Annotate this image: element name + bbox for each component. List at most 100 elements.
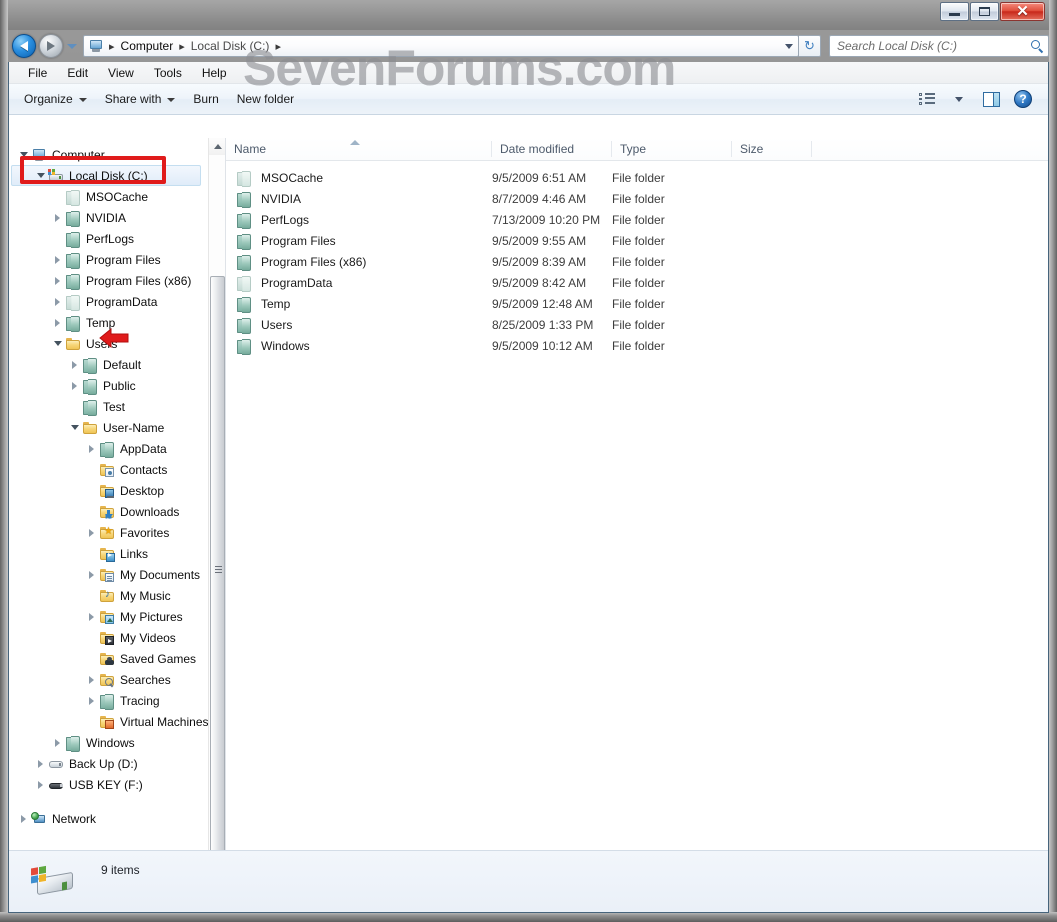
chevron-down-icon[interactable] (51, 337, 64, 350)
scrollbar-thumb[interactable] (210, 276, 225, 863)
breadcrumb-item-local-disk[interactable]: Local Disk (C:) (187, 37, 274, 55)
refresh-button[interactable]: ↻ (799, 35, 821, 57)
search-input[interactable] (837, 39, 1031, 53)
file-row[interactable]: Windows 9/5/2009 10:12 AM File folder (226, 335, 1048, 356)
tree-item-appdata[interactable]: AppData (9, 438, 209, 459)
tree-item-programdata[interactable]: ProgramData (9, 291, 209, 312)
menu-view[interactable]: View (99, 64, 143, 82)
tree-item-label: Local Disk (C:) (69, 168, 148, 183)
tree-item-computer[interactable]: Computer (9, 144, 209, 165)
chevron-right-icon[interactable] (34, 778, 47, 791)
forward-button[interactable] (39, 34, 63, 58)
chevron-right-icon[interactable] (51, 736, 64, 749)
column-header-size[interactable]: Size (732, 138, 812, 160)
tree-item-windows[interactable]: Windows (9, 732, 209, 753)
tree-item-saved-games[interactable]: Saved Games (9, 648, 209, 669)
tree-item-msocache[interactable]: MSOCache (9, 186, 209, 207)
tree-item-my-videos[interactable]: My Videos (9, 627, 209, 648)
address-bar[interactable]: ▸ Computer ▸ Local Disk (C:) ▸ (83, 35, 799, 57)
burn-button[interactable]: Burn (184, 88, 227, 110)
chevron-right-icon[interactable] (85, 526, 98, 539)
close-button[interactable]: ✕ (1000, 2, 1045, 21)
file-row[interactable]: Program Files 9/5/2009 9:55 AM File folder (226, 230, 1048, 251)
menu-edit[interactable]: Edit (58, 64, 97, 82)
chevron-right-icon[interactable] (85, 694, 98, 707)
breadcrumb-item-computer[interactable]: Computer (117, 37, 178, 55)
tree-item-label: Back Up (D:) (69, 756, 138, 771)
recent-pages-button[interactable] (65, 34, 78, 58)
file-row[interactable]: PerfLogs 7/13/2009 10:20 PM File folder (226, 209, 1048, 230)
tree-item-contacts[interactable]: Contacts (9, 459, 209, 480)
tree-item-user-name[interactable]: User-Name (9, 417, 209, 438)
chevron-right-icon[interactable] (85, 673, 98, 686)
tree-item-temp[interactable]: Temp (9, 312, 209, 333)
menu-file[interactable]: File (19, 64, 56, 82)
chevron-right-icon[interactable] (51, 253, 64, 266)
column-header-date-modified[interactable]: Date modified (492, 138, 612, 160)
tree-item-back-up-d[interactable]: Back Up (D:) (9, 753, 209, 774)
tree-item-favorites[interactable]: Favorites (9, 522, 209, 543)
chevron-down-icon[interactable] (34, 169, 47, 182)
tree-item-nvidia[interactable]: NVIDIA (9, 207, 209, 228)
chevron-right-icon[interactable] (51, 274, 64, 287)
tree-item-program-files[interactable]: Program Files (9, 249, 209, 270)
menu-help[interactable]: Help (193, 64, 236, 82)
chevron-right-icon[interactable] (51, 295, 64, 308)
new-folder-button[interactable]: New folder (228, 88, 303, 110)
chevron-right-icon[interactable] (85, 442, 98, 455)
tree-item-perflogs[interactable]: PerfLogs (9, 228, 209, 249)
scroll-up-button[interactable] (209, 138, 225, 155)
chevron-down-icon[interactable] (68, 421, 81, 434)
tree-item-links[interactable]: Links (9, 543, 209, 564)
file-type: File folder (612, 338, 665, 353)
view-dropdown-button[interactable] (944, 87, 974, 111)
file-row[interactable]: Users 8/25/2009 1:33 PM File folder (226, 314, 1048, 335)
minimize-button[interactable] (940, 2, 969, 21)
maximize-icon (979, 7, 990, 16)
tree-item-my-music[interactable]: My Music (9, 585, 209, 606)
file-row[interactable]: NVIDIA 8/7/2009 4:46 AM File folder (226, 188, 1048, 209)
tree-item-downloads[interactable]: Downloads (9, 501, 209, 522)
chevron-right-icon[interactable] (68, 358, 81, 371)
preview-pane-button[interactable] (976, 87, 1006, 111)
menu-tools[interactable]: Tools (145, 64, 191, 82)
tree-item-label: Tracing (120, 693, 160, 708)
tree-item-tracing[interactable]: Tracing (9, 690, 209, 711)
back-button[interactable] (12, 34, 36, 58)
tree-item-searches[interactable]: Searches (9, 669, 209, 690)
tree-item-local-disk-c[interactable]: Local Disk (C:) (9, 165, 209, 186)
chevron-right-icon[interactable] (51, 316, 64, 329)
help-button[interactable]: ? (1008, 87, 1038, 111)
tree-item-virtual-machines[interactable]: Virtual Machines (9, 711, 209, 732)
chevron-right-icon[interactable] (85, 568, 98, 581)
share-with-button[interactable]: Share with (96, 88, 185, 110)
file-row[interactable]: MSOCache 9/5/2009 6:51 AM File folder (226, 167, 1048, 188)
file-row[interactable]: ProgramData 9/5/2009 8:42 AM File folder (226, 272, 1048, 293)
chevron-right-icon[interactable] (85, 610, 98, 623)
tree-item-usb-key-f[interactable]: USB KEY (F:) (9, 774, 209, 795)
tree-item-public[interactable]: Public (9, 375, 209, 396)
address-dropdown-button[interactable] (780, 36, 798, 56)
column-header-type[interactable]: Type (612, 138, 732, 160)
chevron-right-icon[interactable] (68, 379, 81, 392)
tree-item-users[interactable]: Users (9, 333, 209, 354)
chevron-right-icon[interactable] (51, 211, 64, 224)
tree-item-my-documents[interactable]: My Documents (9, 564, 209, 585)
tree-item-default[interactable]: Default (9, 354, 209, 375)
search-box[interactable] (829, 35, 1049, 57)
tree-item-test[interactable]: Test (9, 396, 209, 417)
tree-item-desktop[interactable]: Desktop (9, 480, 209, 501)
tree-item-network[interactable]: Network (9, 808, 209, 829)
chevron-right-icon[interactable] (34, 757, 47, 770)
organize-button[interactable]: Organize (15, 88, 96, 110)
file-row[interactable]: Program Files (x86) 9/5/2009 8:39 AM File … (226, 251, 1048, 272)
navigation-scrollbar[interactable] (208, 138, 225, 873)
tree-item-program-files-x86[interactable]: Program Files (x86) (9, 270, 209, 291)
chevron-right-icon[interactable] (17, 812, 30, 825)
change-view-button[interactable] (912, 87, 942, 111)
tree-item-my-pictures[interactable]: My Pictures (9, 606, 209, 627)
chevron-down-icon[interactable] (17, 148, 30, 161)
folder-icon (236, 317, 252, 334)
file-row[interactable]: Temp 9/5/2009 12:48 AM File folder (226, 293, 1048, 314)
maximize-button[interactable] (970, 2, 999, 21)
